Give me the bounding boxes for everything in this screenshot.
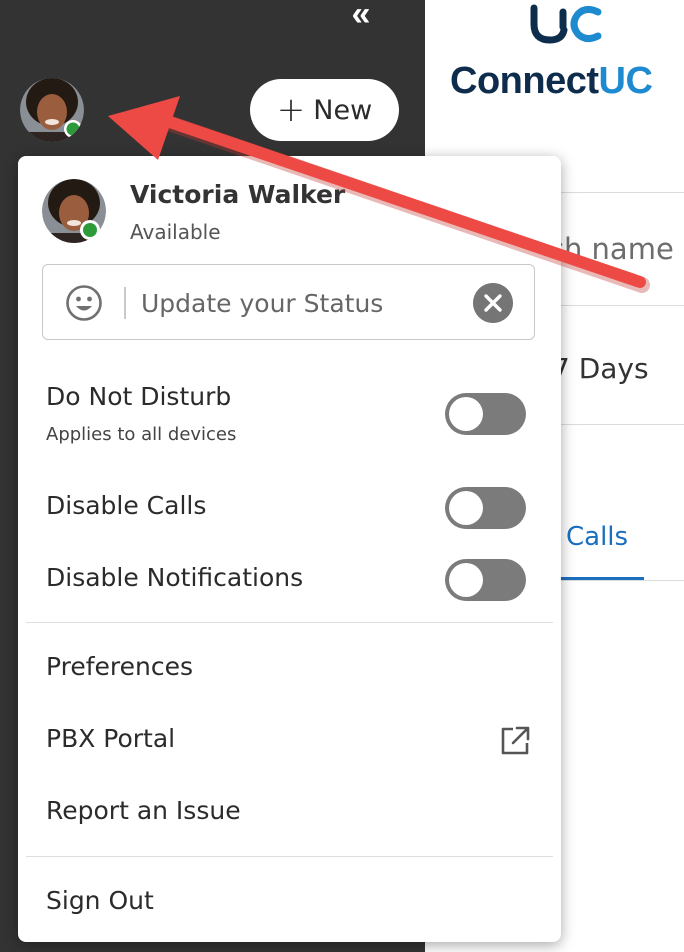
status-message-field — [42, 264, 535, 340]
menu-divider — [26, 622, 553, 623]
menu-item-sign-out[interactable]: Sign Out — [46, 886, 154, 915]
user-presence-status: Available — [130, 220, 221, 244]
plus-icon: + — [276, 90, 306, 130]
user-name: Victoria Walker — [130, 180, 346, 209]
user-avatar-button[interactable] — [20, 78, 84, 142]
divider — [540, 305, 684, 306]
date-filter-fragment[interactable]: 7 Days — [552, 352, 649, 385]
menu-avatar — [42, 179, 106, 243]
status-input[interactable] — [141, 283, 461, 323]
clear-status-icon[interactable] — [473, 283, 513, 323]
menu-item-report-issue[interactable]: Report an Issue — [46, 796, 241, 825]
collapse-sidebar-button[interactable]: « — [345, 0, 377, 31]
field-separator — [124, 287, 126, 319]
tab-calls[interactable]: Calls — [566, 522, 628, 552]
logo-wordmark: ConnectUC — [450, 60, 653, 102]
new-button[interactable]: + New — [250, 79, 399, 141]
user-menu-popup: Victoria Walker Available Do Not Disturb… — [18, 156, 561, 942]
search-input-fragment[interactable]: ch name — [548, 232, 674, 266]
menu-divider — [26, 856, 553, 857]
new-button-label: New — [313, 94, 373, 126]
divider — [540, 580, 684, 581]
disable-notifications-toggle[interactable] — [445, 559, 526, 601]
dnd-label: Do Not Disturb — [46, 382, 232, 411]
menu-item-preferences[interactable]: Preferences — [46, 652, 193, 681]
disable-calls-label: Disable Calls — [46, 491, 207, 520]
menu-item-pbx-portal[interactable]: PBX Portal — [46, 724, 175, 753]
divider — [540, 424, 684, 425]
dnd-sublabel: Applies to all devices — [46, 424, 237, 445]
disable-calls-toggle[interactable] — [445, 487, 526, 529]
divider — [540, 192, 684, 193]
external-link-icon[interactable] — [498, 724, 532, 758]
dnd-toggle[interactable] — [445, 393, 526, 435]
emoji-icon[interactable] — [65, 284, 103, 322]
disable-notifications-label: Disable Notifications — [46, 563, 304, 592]
